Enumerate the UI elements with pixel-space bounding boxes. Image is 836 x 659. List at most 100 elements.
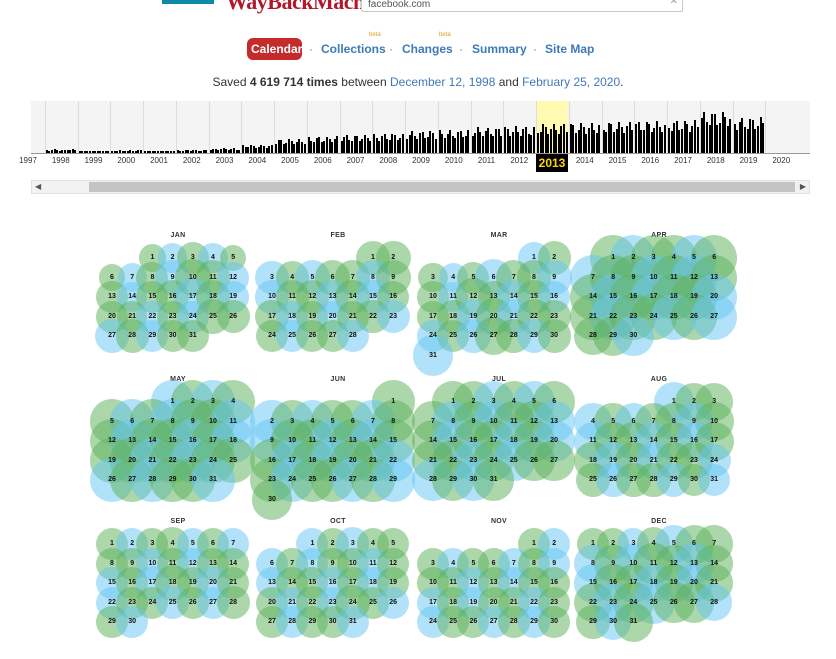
calendar-day[interactable]: 18 xyxy=(585,454,601,468)
calendar-day[interactable]: 30 xyxy=(625,329,641,343)
year-label-2004[interactable]: 2004 xyxy=(241,156,273,165)
year-label-2015[interactable]: 2015 xyxy=(602,156,634,165)
calendar-day[interactable]: 15 xyxy=(385,434,401,448)
calendar-day[interactable]: 11 xyxy=(205,271,221,285)
calendar-day[interactable]: 3 xyxy=(205,395,221,409)
year-label-2017[interactable]: 2017 xyxy=(667,156,699,165)
year-label-2010[interactable]: 2010 xyxy=(438,156,470,165)
calendar-day[interactable]: 17 xyxy=(345,576,361,590)
calendar-day[interactable]: 21 xyxy=(144,454,160,468)
histogram-bar[interactable] xyxy=(663,125,666,153)
histogram-bar[interactable] xyxy=(336,136,339,153)
calendar-day[interactable]: 11 xyxy=(365,557,381,571)
calendar-day[interactable]: 5 xyxy=(686,251,702,265)
calendar-day[interactable]: 25 xyxy=(585,473,601,487)
calendar-day[interactable]: 30 xyxy=(546,329,562,343)
calendar-day[interactable]: 2 xyxy=(185,395,201,409)
calendar-day[interactable]: 22 xyxy=(445,454,461,468)
calendar-day[interactable]: 28 xyxy=(506,329,522,343)
calendar-day[interactable]: 31 xyxy=(205,473,221,487)
calendar-day[interactable]: 2 xyxy=(165,251,181,265)
calendar-day[interactable]: 30 xyxy=(165,329,181,343)
scrollbar-thumb[interactable] xyxy=(89,182,795,192)
calendar-day[interactable]: 17 xyxy=(706,434,722,448)
calendar-day[interactable]: 14 xyxy=(124,290,140,304)
calendar-day[interactable]: 21 xyxy=(585,310,601,324)
year-label-2016[interactable]: 2016 xyxy=(634,156,666,165)
calendar-day[interactable]: 24 xyxy=(486,454,502,468)
calendar-day[interactable]: 6 xyxy=(546,395,562,409)
calendar-day[interactable]: 29 xyxy=(666,473,682,487)
calendar-day[interactable]: 25 xyxy=(445,615,461,629)
calendar-day[interactable]: 28 xyxy=(706,596,722,610)
calendar-day[interactable]: 1 xyxy=(666,395,682,409)
calendar-day[interactable]: 26 xyxy=(385,596,401,610)
calendar-day[interactable]: 1 xyxy=(585,537,601,551)
calendar-day[interactable]: 5 xyxy=(666,537,682,551)
calendar-day[interactable]: 13 xyxy=(486,290,502,304)
histogram-bar[interactable] xyxy=(139,150,142,153)
calendar-day[interactable]: 21 xyxy=(506,596,522,610)
calendar-day[interactable]: 27 xyxy=(124,473,140,487)
year-label-2003[interactable]: 2003 xyxy=(209,156,241,165)
calendar-day[interactable]: 4 xyxy=(585,415,601,429)
calendar-day[interactable]: 10 xyxy=(284,434,300,448)
calendar-day[interactable]: 19 xyxy=(526,434,542,448)
calendar-day[interactable]: 16 xyxy=(264,454,280,468)
calendar-day[interactable]: 15 xyxy=(304,576,320,590)
calendar-day[interactable]: 27 xyxy=(104,329,120,343)
calendar-day[interactable]: 29 xyxy=(526,615,542,629)
calendar-day[interactable]: 24 xyxy=(345,596,361,610)
histogram-bar[interactable] xyxy=(729,119,732,153)
calendar-day[interactable]: 17 xyxy=(205,434,221,448)
calendar-day[interactable]: 6 xyxy=(486,271,502,285)
calendar-day[interactable]: 24 xyxy=(706,454,722,468)
calendar-day[interactable]: 30 xyxy=(465,473,481,487)
calendar-day[interactable]: 23 xyxy=(185,454,201,468)
calendar-day[interactable]: 25 xyxy=(445,329,461,343)
calendar-day[interactable]: 7 xyxy=(365,415,381,429)
tab-collections[interactable]: Collections beta xyxy=(321,32,386,60)
calendar-day[interactable]: 15 xyxy=(365,290,381,304)
calendar-day[interactable]: 12 xyxy=(686,271,702,285)
calendar-day[interactable]: 16 xyxy=(605,576,621,590)
calendar-day[interactable]: 21 xyxy=(506,310,522,324)
calendar-day[interactable]: 25 xyxy=(165,596,181,610)
calendar-day[interactable]: 15 xyxy=(165,434,181,448)
calendar-day[interactable]: 19 xyxy=(465,310,481,324)
calendar-day[interactable]: 31 xyxy=(345,615,361,629)
calendar-day[interactable]: 4 xyxy=(365,537,381,551)
calendar-day[interactable]: 13 xyxy=(104,290,120,304)
calendar-day[interactable]: 29 xyxy=(526,329,542,343)
calendar-day[interactable]: 21 xyxy=(646,454,662,468)
calendar-day[interactable]: 4 xyxy=(445,557,461,571)
calendar-day[interactable]: 18 xyxy=(304,454,320,468)
calendar-day[interactable]: 22 xyxy=(365,310,381,324)
year-label-2005[interactable]: 2005 xyxy=(274,156,306,165)
calendar-day[interactable]: 7 xyxy=(506,557,522,571)
calendar-day[interactable]: 20 xyxy=(325,310,341,324)
calendar-day[interactable]: 2 xyxy=(465,395,481,409)
calendar-day[interactable]: 23 xyxy=(686,454,702,468)
calendar-day[interactable]: 28 xyxy=(144,473,160,487)
calendar-day[interactable]: 23 xyxy=(625,310,641,324)
calendar-day[interactable]: 8 xyxy=(144,271,160,285)
calendar-day[interactable]: 27 xyxy=(686,596,702,610)
calendar-day[interactable]: 26 xyxy=(465,329,481,343)
calendar-day[interactable]: 9 xyxy=(605,557,621,571)
year-label-2014[interactable]: 2014 xyxy=(569,156,601,165)
calendar-day[interactable]: 11 xyxy=(225,415,241,429)
calendar-day[interactable]: 13 xyxy=(124,434,140,448)
calendar-day[interactable]: 13 xyxy=(325,290,341,304)
calendar-day[interactable]: 17 xyxy=(264,310,280,324)
calendar-day[interactable]: 12 xyxy=(666,557,682,571)
calendar-day[interactable]: 20 xyxy=(205,576,221,590)
last-capture-link[interactable]: February 25, 2020 xyxy=(522,75,620,89)
timeline-scrollbar[interactable]: ◀ ▶ xyxy=(31,180,810,194)
calendar-day[interactable]: 30 xyxy=(686,473,702,487)
calendar-day[interactable]: 8 xyxy=(666,415,682,429)
calendar-day[interactable]: 10 xyxy=(185,271,201,285)
calendar-day[interactable]: 8 xyxy=(526,271,542,285)
calendar-day[interactable]: 12 xyxy=(465,576,481,590)
calendar-day[interactable]: 23 xyxy=(546,596,562,610)
